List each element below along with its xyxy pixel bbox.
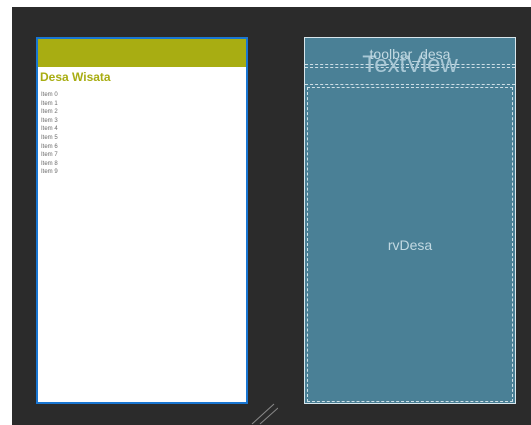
list-item: Item 1: [41, 100, 58, 107]
list-item: Item 7: [41, 152, 58, 159]
list-item: Item 4: [41, 126, 58, 133]
list-item: Item 2: [41, 109, 58, 116]
blueprint-rvdesa-label: rvDesa: [387, 237, 433, 253]
blueprint-preview[interactable]: TextView toolbar_desa rvDesa: [304, 37, 516, 404]
design-preview[interactable]: Desa Wisata Item 0 Item 1 Item 2 Item 3 Item…: [36, 37, 248, 404]
list-item: Item 5: [41, 134, 58, 141]
list-item: Item 8: [41, 160, 58, 167]
list-item: Item 6: [41, 143, 58, 150]
list-item: Item 3: [41, 117, 58, 124]
title-textview[interactable]: Desa Wisata: [40, 71, 111, 83]
layout-editor-canvas[interactable]: Desa Wisata Item 0 Item 1 Item 2 Item 3 Item…: [12, 7, 531, 425]
blueprint-toolbar-label: toolbar_desa: [369, 46, 451, 62]
resize-handle-icon[interactable]: [248, 400, 278, 425]
rv-desa-preview[interactable]: Item 0 Item 1 Item 2 Item 3 Item 4 Item 5 Item…: [41, 91, 58, 177]
list-item: Item 9: [41, 169, 58, 176]
toolbar-desa-preview[interactable]: [38, 39, 246, 67]
list-item: Item 0: [41, 92, 58, 98]
